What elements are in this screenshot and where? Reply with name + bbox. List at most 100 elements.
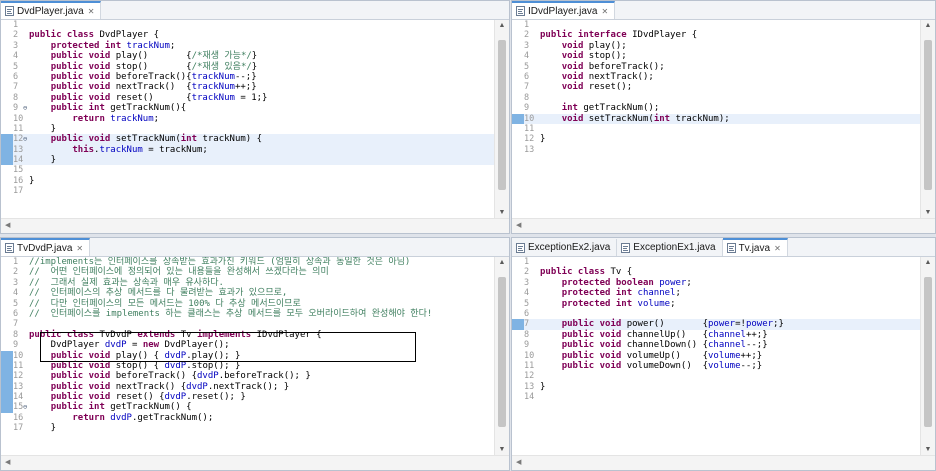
gutter-marker — [1, 41, 13, 51]
code-text: protected int channel; — [540, 288, 681, 298]
code-text: public int getTrackNum() { — [29, 402, 192, 412]
horizontal-scrollbar[interactable]: ◀ — [1, 455, 509, 470]
java-file-icon — [621, 242, 631, 253]
code-line: 4 protected int channel; — [512, 288, 921, 298]
scrollbar-thumb[interactable] — [498, 40, 506, 190]
editor-tab[interactable]: DvdPlayer.java ✕ — [1, 1, 102, 19]
line-number: 13 — [524, 381, 535, 392]
line-number: 11 — [524, 123, 535, 134]
line-number: 6 — [524, 71, 530, 82]
line-number: 3 — [524, 40, 530, 51]
close-tab-icon[interactable]: ✕ — [601, 7, 608, 16]
vertical-scrollbar[interactable]: ▲ ▼ — [920, 20, 935, 219]
gutter-marker — [512, 124, 524, 134]
editor-tab-label: IDvdPlayer.java — [528, 5, 598, 17]
scroll-left-icon[interactable]: ◀ — [5, 456, 10, 470]
code-token: } — [29, 123, 57, 134]
code-text: public class DvdPlayer { — [29, 30, 159, 40]
code-token: dvdP — [164, 360, 187, 371]
code-area[interactable]: 1 2 public class Tv {3 protected boolean p… — [512, 257, 921, 456]
code-text: } — [29, 176, 34, 186]
code-token: } — [540, 381, 546, 392]
editor-tab[interactable]: IDvdPlayer.java ✕ — [512, 1, 616, 19]
code-text: public class Tv { — [540, 267, 632, 277]
vertical-scrollbar[interactable]: ▲ ▼ — [494, 257, 509, 456]
code-line: 12 — [512, 371, 921, 381]
horizontal-scrollbar[interactable]: ◀ — [1, 218, 509, 233]
code-token: /*재생 가능*/ — [191, 51, 252, 62]
code-token: --;} — [745, 340, 768, 351]
code-area[interactable]: 1 2 public class DvdPlayer {3 protected in… — [1, 20, 495, 219]
code-area[interactable]: 1 2 public interface IDvdPlayer {3 void pl… — [512, 20, 921, 219]
scrollbar-thumb[interactable] — [924, 40, 932, 190]
line-number: 2 — [13, 267, 19, 278]
editor-tab[interactable]: ExceptionEx2.java — [512, 239, 618, 256]
code-line: 8 public void channelUp() {channel++;} — [512, 330, 921, 340]
gutter-marker — [1, 350, 13, 361]
gutter-marker — [1, 144, 13, 156]
scroll-left-icon[interactable]: ◀ — [5, 219, 10, 233]
scroll-up-icon[interactable]: ▲ — [921, 257, 935, 269]
scrollbar-thumb[interactable] — [498, 277, 506, 427]
code-text: public void nextTrack() {dvdP.nextTrack(… — [29, 382, 289, 392]
editor-tab[interactable]: TvDvdP.java ✕ — [1, 238, 91, 256]
line-number: 9 — [524, 340, 530, 351]
code-text: public void beforeTrack() {dvdP.beforeTr… — [29, 371, 311, 381]
scrollbar-thumb[interactable] — [924, 277, 932, 427]
code-token: public int — [50, 402, 111, 413]
close-tab-icon[interactable]: ✕ — [774, 244, 781, 253]
scroll-up-icon[interactable]: ▲ — [495, 20, 509, 32]
gutter-marker — [512, 371, 524, 381]
code-token: setTrackNum( — [115, 134, 181, 145]
code-text: public interface IDvdPlayer { — [540, 30, 697, 40]
code-token: void — [561, 40, 589, 51]
fold-toggle-icon[interactable]: ⊖ — [23, 402, 27, 412]
code-token: nextTrack() { — [115, 381, 187, 392]
code-line: 4 void stop(); — [512, 51, 921, 61]
editor-tab-label: Tv.java — [738, 242, 771, 254]
gutter-marker — [512, 392, 524, 402]
fold-toggle-icon[interactable]: ⊖ — [23, 103, 27, 113]
code-text: //implements는 인터페이스를 상속받는 효과가진 키워드 (엄밀히 … — [29, 257, 410, 267]
code-text: public void stop() { dvdP.stop(); } — [29, 360, 241, 371]
code-line: 5 void beforeTrack(); — [512, 62, 921, 72]
vertical-scrollbar[interactable]: ▲ ▼ — [920, 257, 935, 456]
scroll-left-icon[interactable]: ◀ — [516, 219, 521, 233]
code-token: public void — [561, 319, 627, 330]
horizontal-scrollbar[interactable]: ◀ — [512, 218, 935, 233]
code-text: public void reset() {dvdP.reset(); } — [29, 392, 246, 402]
vertical-scrollbar[interactable]: ▲ ▼ — [494, 20, 509, 219]
line-number: 14 — [13, 155, 24, 166]
code-token: public interface — [540, 30, 633, 41]
code-token: .getTrackNum(); — [131, 412, 214, 423]
code-line: 11 public void volumeDown() {volume--;} — [512, 361, 921, 371]
editor-tab-bar: TvDvdP.java ✕ — [1, 238, 509, 257]
scroll-up-icon[interactable]: ▲ — [495, 257, 509, 269]
code-token: trackNum — [99, 144, 143, 155]
code-text: void beforeTrack(); — [540, 62, 665, 72]
code-token: public void — [50, 360, 116, 371]
horizontal-scrollbar[interactable]: ◀ — [512, 455, 935, 470]
code-token: int — [180, 134, 203, 145]
editor-tab[interactable]: Tv.java ✕ — [722, 238, 788, 256]
gutter-marker — [512, 351, 524, 361]
close-tab-icon[interactable]: ✕ — [76, 244, 83, 253]
code-token: ;} — [773, 319, 784, 330]
editor-tab[interactable]: ExceptionEx1.java — [617, 239, 723, 256]
code-token: public void — [50, 71, 116, 82]
code-token: stop() { — [115, 61, 192, 72]
scroll-left-icon[interactable]: ◀ — [516, 456, 521, 470]
code-token: getTrackNum() { — [110, 402, 192, 413]
code-token: } — [251, 51, 258, 62]
code-token: volume — [637, 298, 671, 309]
close-tab-icon[interactable]: ✕ — [88, 7, 95, 16]
line-number: 4 — [524, 51, 530, 62]
line-number: 5 — [524, 298, 530, 309]
line-number: 5 — [13, 298, 19, 309]
scroll-up-icon[interactable]: ▲ — [921, 20, 935, 32]
fold-toggle-icon[interactable]: ⊖ — [23, 134, 27, 144]
